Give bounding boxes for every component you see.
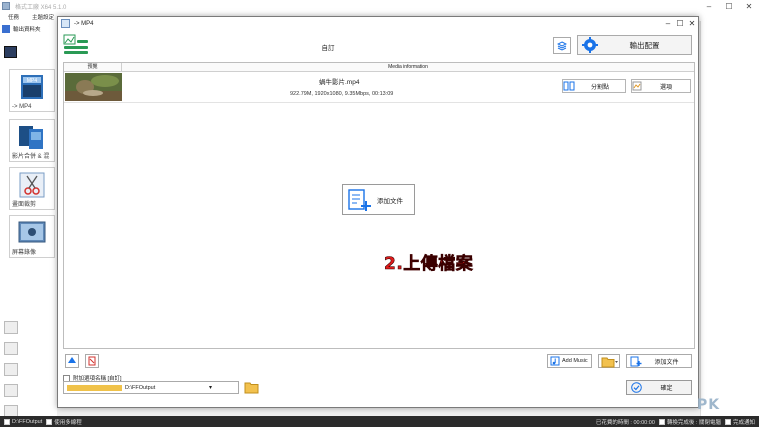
app-title: 格式工廠 X64 5.1.0 <box>15 4 67 11</box>
folder-icon[interactable] <box>4 418 10 425</box>
tool-crop[interactable]: 畫面裁剪 <box>9 167 55 210</box>
image-category-icon[interactable] <box>4 342 18 355</box>
close-icon[interactable]: ✕ <box>739 0 759 12</box>
rom-category-icon[interactable] <box>4 384 18 397</box>
bottom-toolbar: Add Music 添加文件 <box>58 354 698 370</box>
dialog-title-bar: -> MP4 – ☐ ✕ <box>58 17 698 30</box>
notify-checkbox[interactable] <box>724 418 731 425</box>
app-title-bar: 格式工廠 X64 5.1.0 – ☐ ✕ <box>0 0 759 12</box>
browse-folder-icon[interactable] <box>244 381 259 394</box>
watermark-logo: PK <box>697 397 721 413</box>
maximize-icon[interactable]: ☐ <box>674 17 686 30</box>
folder-icon <box>67 384 122 391</box>
output-folder-link[interactable]: 輸出資料夾 <box>2 25 41 33</box>
split-icon <box>563 81 575 91</box>
output-settings-button[interactable]: 輸出配置 <box>577 35 692 55</box>
file-options-button[interactable]: 選項 <box>631 79 691 93</box>
options-icon <box>632 81 642 91</box>
video-merge-icon <box>19 126 43 149</box>
layers-icon <box>557 40 567 51</box>
output-path-value: D:\FFOutput <box>125 384 156 391</box>
minimize-icon[interactable]: – <box>699 0 719 12</box>
video-thumbnail <box>65 73 122 101</box>
check-icon <box>631 382 642 393</box>
menu-item-task[interactable]: 任務 <box>0 12 24 21</box>
move-up-button[interactable] <box>65 354 79 368</box>
file-name: 蝸牛影片.mp4 <box>319 79 360 86</box>
folder-icon <box>2 25 10 33</box>
scissors-icon <box>19 172 45 198</box>
add-file-center-button[interactable]: 添加文件 <box>342 184 415 215</box>
arrow-up-icon <box>68 357 76 363</box>
clear-list-button[interactable] <box>85 354 99 368</box>
convert-dialog: -> MP4 – ☐ ✕ 自訂 輸出配置 預覽 Media informatio… <box>57 16 699 408</box>
tool-video-merge[interactable]: 影片合併 & 混 <box>9 119 55 162</box>
mp4-film-icon <box>61 19 70 28</box>
profile-name: 自訂 <box>321 45 335 52</box>
multithread-label: 使用多線程 <box>54 419 82 426</box>
task-pane <box>700 21 759 416</box>
tool-screen-record[interactable]: 屏幕錄像 <box>9 215 55 258</box>
chevron-down-icon[interactable]: ▾ <box>183 384 238 391</box>
document-category-icon[interactable] <box>4 363 18 376</box>
gear-icon <box>582 37 598 53</box>
elapsed-time: 已花費的時間 : 00:00:00 <box>595 419 655 426</box>
add-music-button[interactable]: Add Music <box>547 354 592 368</box>
add-folder-button[interactable] <box>598 354 620 368</box>
dialog-toolbar: 自訂 輸出配置 <box>58 34 698 58</box>
svg-text:MP4: MP4 <box>27 78 38 84</box>
minimize-icon[interactable]: – <box>662 17 674 30</box>
output-path-select[interactable]: D:\FFOutput ▾ <box>63 381 239 394</box>
music-note-icon <box>550 356 560 366</box>
notify-label: 完成通知 <box>732 419 755 426</box>
file-row[interactable]: 蝸牛影片.mp4 922.79M, 1920x1080, 9.35Mbps, 0… <box>64 72 694 103</box>
screen-record-icon <box>18 221 46 243</box>
add-file-icon <box>630 356 642 366</box>
add-file-icon <box>348 188 371 211</box>
tool-mp4[interactable]: MP4 -> MP4 <box>9 69 55 112</box>
audio-category-icon[interactable] <box>4 321 18 334</box>
after-convert-checkbox[interactable] <box>658 418 665 425</box>
delete-icon <box>88 356 96 366</box>
ok-button[interactable]: 確定 <box>626 380 692 395</box>
after-convert-label: 轉換完成後 : 關閉電腦 <box>666 419 721 426</box>
status-bar: D:\FFOutput 使用多線程 已花費的時間 : 00:00:00 轉換完成… <box>0 416 759 427</box>
folder-add-icon <box>601 357 618 368</box>
add-file-button[interactable]: 添加文件 <box>626 354 692 368</box>
tool-sidebar: 輸出資料夾 MP4 -> MP4 影片合併 & 混 畫面裁剪 屏幕錄像 <box>0 21 57 418</box>
file-meta: 922.79M, 1920x1080, 9.35Mbps, 00:13:09 <box>290 91 394 97</box>
split-point-button[interactable]: 分割點 <box>562 79 626 93</box>
status-output-path[interactable]: D:\FFOutput <box>12 419 42 425</box>
app-logo-icon <box>2 2 10 10</box>
annotation-overlay: 2.上傳檔案 <box>384 254 474 275</box>
layers-button[interactable] <box>553 37 571 54</box>
menu-item-theme[interactable]: 主題設定 <box>24 12 59 21</box>
dialog-title: -> MP4 <box>74 20 94 27</box>
close-icon[interactable]: ✕ <box>686 17 698 30</box>
maximize-icon[interactable]: ☐ <box>719 0 739 12</box>
file-list-header: 預覽 Media information <box>64 63 694 72</box>
column-media-info: Media information <box>388 64 428 70</box>
film-icon[interactable] <box>4 46 17 58</box>
profile-icon[interactable] <box>63 34 89 56</box>
multithread-checkbox[interactable] <box>46 418 53 425</box>
column-preview: 預覽 <box>64 63 122 71</box>
mp4-film-icon: MP4 <box>21 75 43 99</box>
